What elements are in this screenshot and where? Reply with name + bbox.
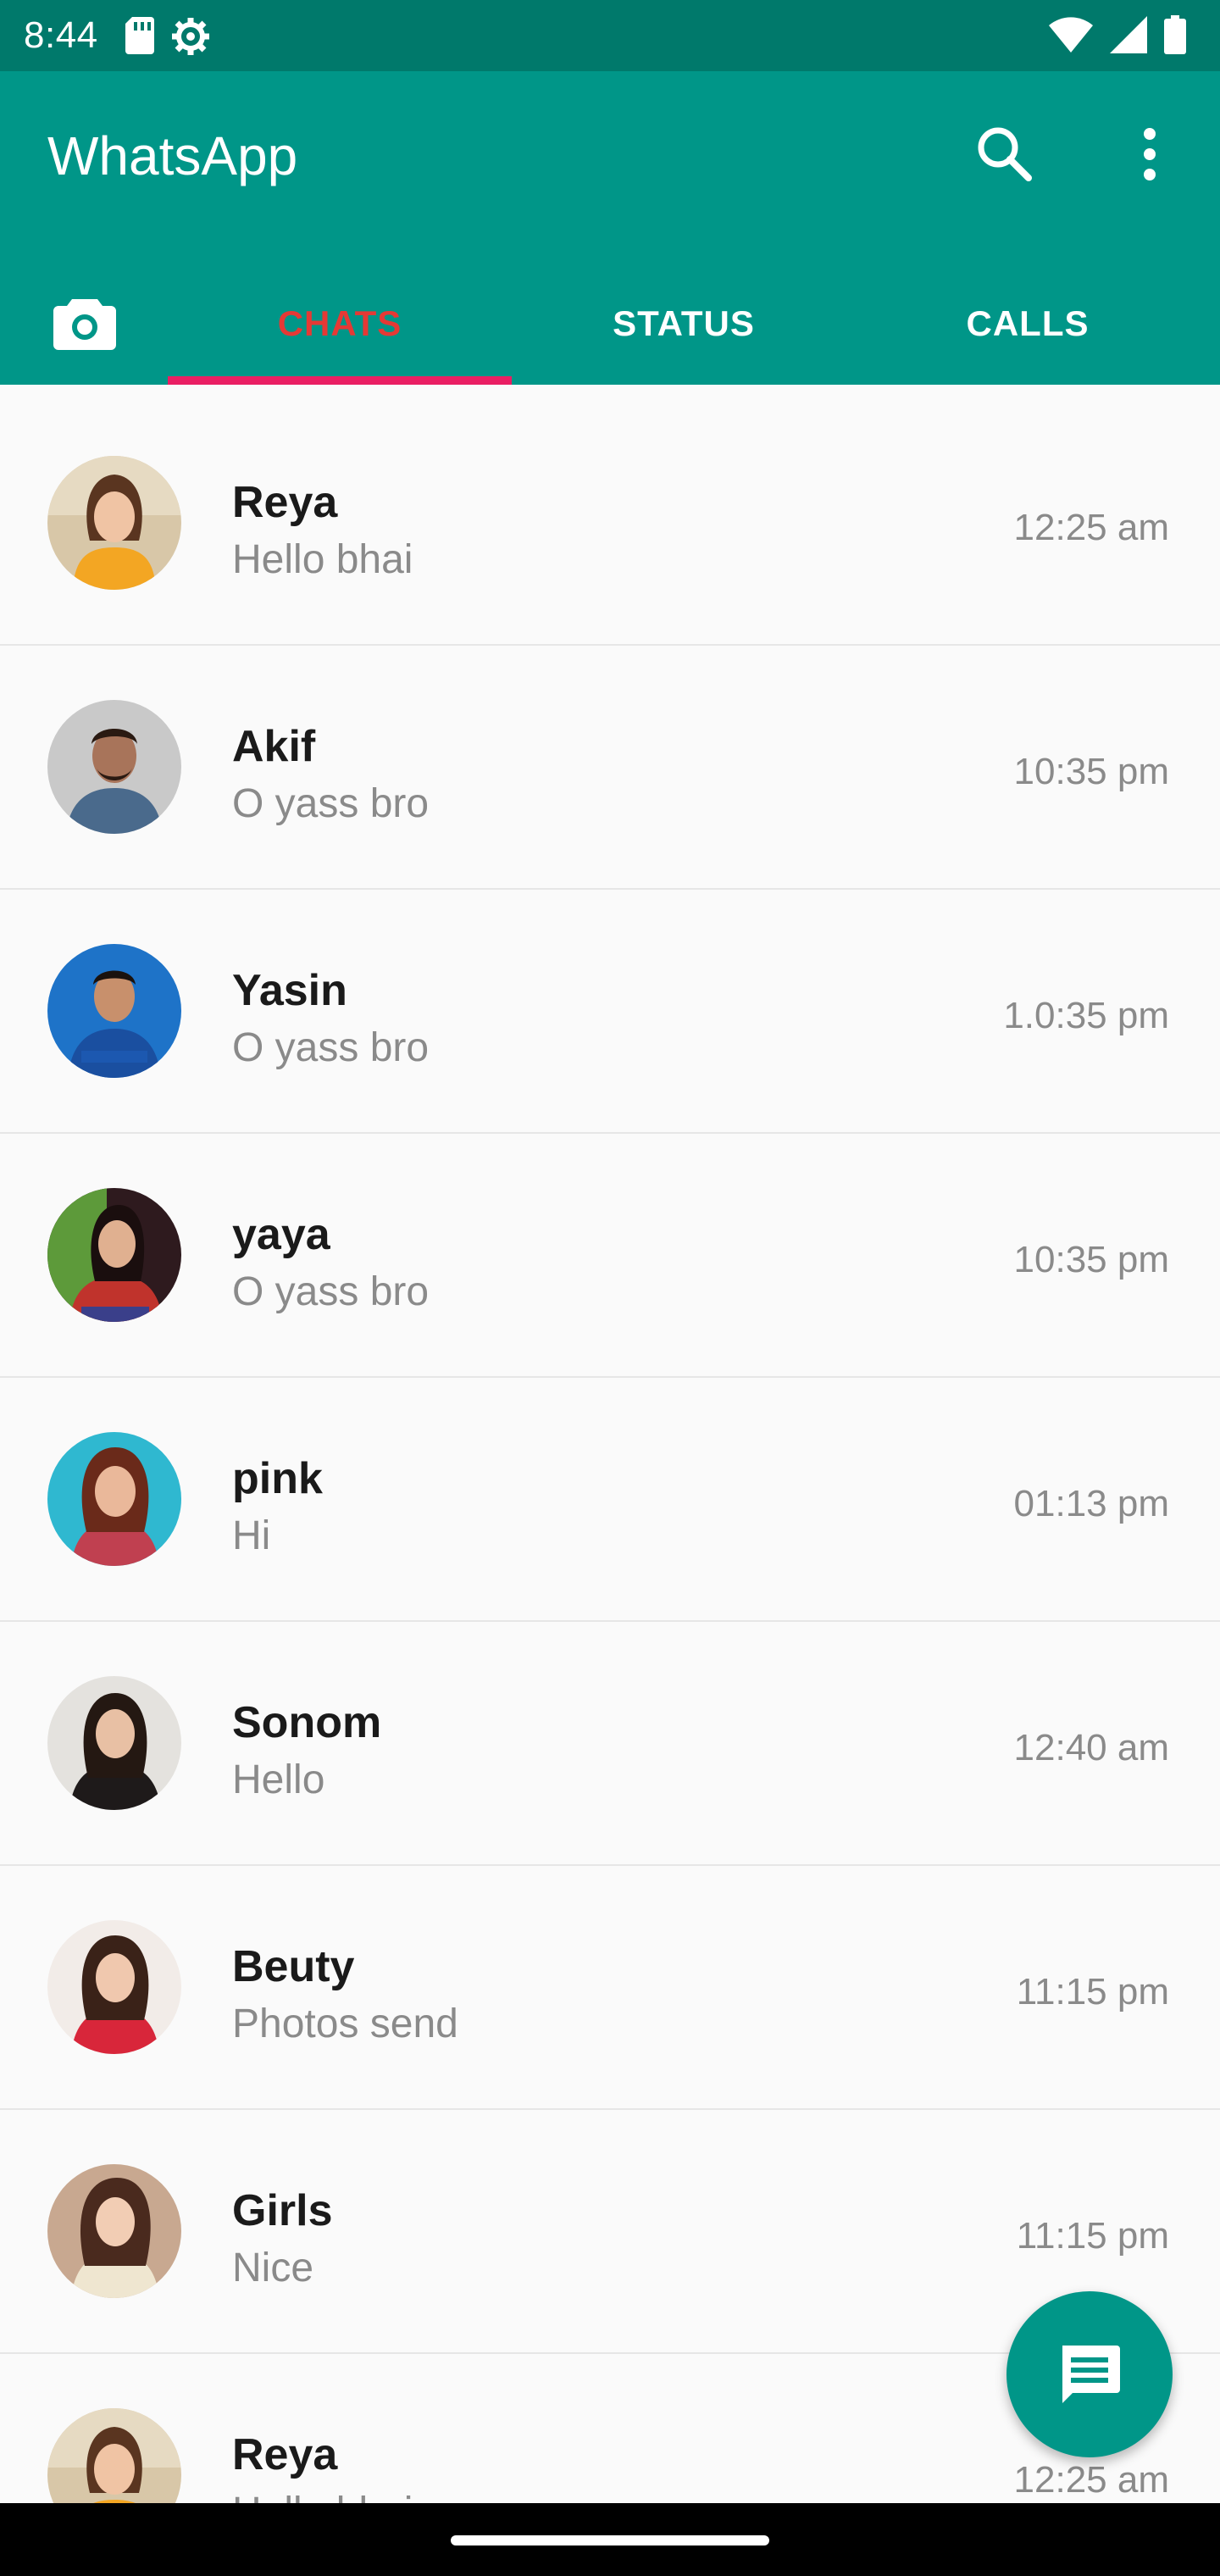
avatar[interactable]: [47, 2164, 181, 2298]
chat-time: 12:40 am: [1013, 1727, 1169, 1768]
chat-time: 01:13 pm: [1013, 1483, 1169, 1524]
chat-preview: O yass bro: [232, 781, 430, 826]
avatar[interactable]: [47, 944, 181, 1078]
chat-row[interactable]: yaya O yass bro 10:35 pm: [0, 1134, 1220, 1378]
new-chat-button[interactable]: [1006, 2291, 1173, 2457]
chat-preview: Hi: [232, 1513, 271, 1558]
search-button[interactable]: [971, 120, 1039, 188]
tab-status[interactable]: STATUS: [512, 263, 856, 385]
chat-time: 10:35 pm: [1013, 1239, 1169, 1280]
chat-row[interactable]: Reya Hello bhai 12:25 am: [0, 402, 1220, 646]
chat-time: 11:15 pm: [1016, 1971, 1169, 2012]
chat-preview: Hello: [232, 1757, 325, 1802]
app-title: WhatsApp: [47, 125, 298, 186]
signal-icon: [1110, 15, 1147, 58]
chat-row[interactable]: Beuty Photos send 11:15 pm: [0, 1866, 1220, 2110]
battery-icon: [1164, 14, 1186, 58]
chat-name: Akif: [232, 722, 316, 771]
settings-gear-icon: [171, 17, 210, 56]
more-options-button[interactable]: [1128, 120, 1171, 188]
camera-icon: [53, 299, 116, 350]
chat-name: Girls: [232, 2186, 333, 2235]
chat-time: 12:25 am: [1013, 2459, 1169, 2501]
chat-row[interactable]: pink Hi 01:13 pm: [0, 1378, 1220, 1622]
avatar[interactable]: [47, 1188, 181, 1322]
wifi-icon: [1049, 16, 1093, 57]
status-icons-right: [1049, 14, 1186, 58]
status-time: 8:44: [24, 14, 98, 56]
tab-bar: CHATS STATUS CALLS: [0, 263, 1220, 385]
avatar[interactable]: [47, 456, 181, 590]
status-bar: 8:44: [0, 0, 1220, 71]
status-icons-left: [125, 17, 210, 56]
tab-chats[interactable]: CHATS: [168, 263, 512, 385]
tab-camera[interactable]: [0, 263, 169, 385]
chat-preview: O yass bro: [232, 1025, 430, 1070]
avatar[interactable]: [47, 1676, 181, 1810]
chat-name: Reya: [232, 478, 338, 527]
search-icon: [978, 127, 1032, 181]
chat-preview: Photos send: [232, 2001, 458, 2046]
message-icon: [1062, 2346, 1120, 2403]
app-bar: WhatsApp CHATS STATUS CALLS: [0, 71, 1220, 385]
avatar[interactable]: [47, 1920, 181, 2054]
chat-preview: Nice: [232, 2246, 314, 2290]
avatar[interactable]: [47, 2408, 181, 2503]
chat-row[interactable]: Sonom Hello 12:40 am: [0, 1622, 1220, 1866]
chat-row[interactable]: Akif O yass bro 10:35 pm: [0, 646, 1220, 890]
chat-name: pink: [232, 1454, 323, 1503]
more-vert-icon: [1144, 128, 1156, 180]
chat-name: yaya: [232, 1210, 330, 1259]
chat-preview: O yass bro: [232, 1269, 430, 1314]
chat-name: Beuty: [232, 1942, 355, 1991]
chat-name: Yasin: [232, 966, 347, 1015]
chat-time: 12:25 am: [1013, 507, 1169, 548]
chat-preview: Hello bhai: [232, 537, 413, 582]
chat-time: 1.0:35 pm: [1003, 995, 1169, 1036]
chat-name: Sonom: [232, 1698, 382, 1747]
chat-row[interactable]: Yasin O yass bro 1.0:35 pm: [0, 890, 1220, 1134]
home-gesture-handle[interactable]: [451, 2535, 769, 2545]
avatar[interactable]: [47, 1432, 181, 1566]
chat-time: 11:15 pm: [1016, 2215, 1169, 2257]
chat-name: Reya: [232, 2430, 338, 2479]
avatar[interactable]: [47, 700, 181, 834]
navigation-bar: [0, 2503, 1220, 2576]
sd-card-icon: [125, 17, 154, 56]
chat-list: Reya Hello bhai 12:25 am Akif O yass bro…: [0, 385, 1220, 2503]
chat-time: 10:35 pm: [1013, 751, 1169, 792]
tab-indicator: [168, 376, 512, 385]
chat-preview: Hello bhai: [232, 2490, 413, 2503]
tab-calls[interactable]: CALLS: [856, 263, 1200, 385]
